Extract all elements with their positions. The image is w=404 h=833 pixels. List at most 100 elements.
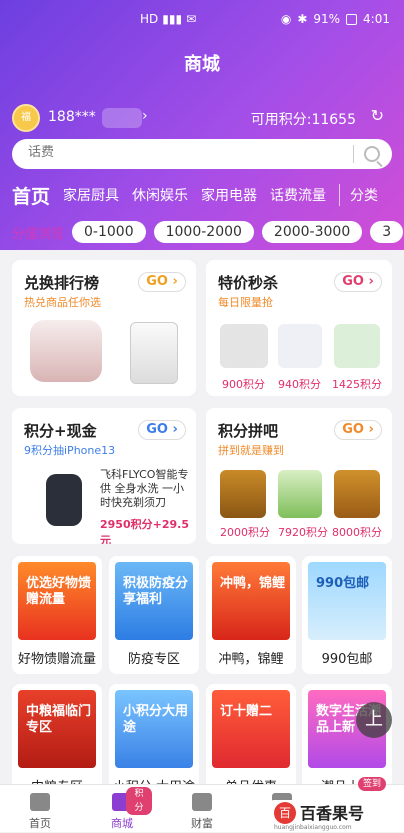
nav-home-label: 首页 (29, 817, 51, 830)
point-range-label: 分值浏览 (12, 226, 65, 242)
cash-price: 2950积分+29.5元 (100, 518, 189, 544)
search-icon[interactable] (364, 146, 380, 162)
group-price-1: 2000积分 (220, 526, 270, 539)
oil-image (220, 470, 266, 518)
point-range-filter: 分值浏览 0-1000 1000-2000 2000-3000 3 (0, 220, 404, 244)
tile-banner: 小积分大用途 (115, 690, 193, 768)
group-price-3: 8000积分 (332, 526, 382, 539)
tab-phone-data[interactable]: 话费流量 (270, 185, 326, 205)
tile-banner: 优选好物馈赠流量 (18, 562, 96, 640)
tile-koi[interactable]: 冲鸭，锦鲤 冲鸭，锦鲤 (206, 556, 296, 674)
tile-label: 冲鸭，锦鲤 (218, 652, 284, 667)
tile-gift-data[interactable]: 优选好物馈赠流量 好物馈赠流量 (12, 556, 102, 674)
product-image-1 (220, 324, 268, 368)
disinfectant-image (334, 470, 380, 518)
page-title: 商城 (184, 54, 220, 75)
rice-cooker-image (30, 320, 102, 382)
pill-range-2[interactable]: 2000-3000 (261, 221, 363, 243)
masked-number (102, 108, 142, 128)
flash-go-button[interactable]: GO › (334, 272, 382, 292)
status-right: ◉ ✱ 91% 4:01 (281, 12, 390, 26)
nav-mall-label: 商城 (111, 817, 133, 830)
home-icon (30, 793, 50, 811)
flash-title: 特价秒杀 (218, 274, 279, 292)
hd-icon: HD (140, 12, 159, 26)
ranking-subtitle: 热兑商品任你选 (24, 296, 101, 309)
refresh-icon[interactable]: ↻ (371, 106, 384, 125)
tile-label: 990包邮 (321, 652, 373, 667)
nav-wealth-label: 财富 (191, 817, 213, 830)
tile-banner: 中粮福临门专区 (18, 690, 96, 768)
status-bar: HD ▮▮▮ ✉ ◉ ✱ 91% 4:01 (0, 8, 404, 32)
nav-wealth[interactable]: 财富 (172, 785, 232, 833)
tile-990-free-shipping[interactable]: 990包邮 990包邮 (302, 556, 392, 674)
main-content: 兑换排行榜 热兑商品任你选 GO › 特价秒杀 每日限量抢 GO › 900积分… (0, 254, 404, 802)
tile-banner: 990包邮 (308, 562, 386, 640)
search-input[interactable] (28, 145, 348, 160)
flash-sale-card[interactable]: 特价秒杀 每日限量抢 GO › 900积分 940积分 1425积分 (206, 260, 392, 396)
group-buy-card[interactable]: 积分拼吧 拼到就是赚到 GO › 2000积分 7920积分 8000积分 (206, 408, 392, 544)
nav-home[interactable]: 首页 (10, 785, 70, 833)
back-to-top-button[interactable]: 上 (356, 702, 392, 738)
cash-go-button[interactable]: GO › (138, 420, 186, 440)
cash-title: 积分+现金 (24, 422, 97, 440)
battery-text: 91% (313, 12, 341, 26)
search-bar[interactable] (12, 139, 392, 169)
search-divider (353, 145, 354, 163)
watermark-title: 百香果号 (300, 804, 365, 823)
wallet-icon (192, 793, 212, 811)
category-tabs: 首页 家居厨具 休闲娱乐 家用电器 话费流量 分类 (12, 178, 404, 212)
cash-subtitle: 9积分抽iPhone13 (24, 444, 116, 457)
flash-price-1: 900积分 (222, 378, 265, 391)
ranking-title: 兑换排行榜 (24, 274, 100, 292)
points-badge: 积分 (126, 787, 152, 815)
watermark-url: huangjinbaixiangguo.com (274, 824, 352, 831)
tab-appliances[interactable]: 家用电器 (201, 185, 257, 205)
tile-epidemic[interactable]: 积极防疫分享福利 防疫专区 (109, 556, 199, 674)
tile-banner: 积极防疫分享福利 (115, 562, 193, 640)
pill-range-0[interactable]: 0-1000 (72, 221, 146, 243)
eye-icon: ◉ (280, 12, 292, 26)
group-subtitle: 拼到就是赚到 (218, 444, 284, 457)
ranking-card[interactable]: 兑换排行榜 热兑商品任你选 GO › (12, 260, 196, 396)
chevron-right-icon[interactable]: › (142, 108, 148, 124)
tab-separator (339, 184, 341, 206)
pill-range-3[interactable]: 3 (370, 221, 404, 243)
nav-mall[interactable]: 积分 商城 (92, 785, 152, 833)
flash-subtitle: 每日限量抢 (218, 296, 273, 309)
signal-icon: ▮▮▮ (162, 12, 183, 26)
tile-label: 防疫专区 (127, 652, 180, 667)
product-image-3 (334, 324, 380, 368)
coin-icon: 福 (12, 104, 40, 132)
shaver-image (46, 474, 82, 526)
tab-home-kitchen[interactable]: 家居厨具 (63, 185, 119, 205)
clock: 4:01 (363, 12, 390, 26)
kettle-image (130, 322, 178, 384)
sign-in-badge[interactable]: 签到 (358, 777, 387, 791)
group-title: 积分拼吧 (218, 422, 279, 440)
rice-image (278, 470, 322, 518)
points-cash-card[interactable]: 积分+现金 9积分抽iPhone13 GO › 飞科FLYCO智能专供 全身水洗… (12, 408, 196, 544)
battery-icon (346, 13, 358, 25)
pill-range-1[interactable]: 1000-2000 (153, 221, 254, 243)
flash-price-2: 940积分 (278, 378, 321, 391)
group-price-2: 7920积分 (278, 526, 328, 539)
user-row: 福 188*** › 可用积分:11655 ↻ (12, 104, 392, 132)
ranking-go-button[interactable]: GO › (138, 272, 186, 292)
tab-home[interactable]: 首页 (12, 182, 50, 209)
status-left-icons: HD ▮▮▮ ✉ (140, 12, 196, 26)
tile-label: 好物馈赠流量 (17, 652, 96, 667)
group-go-button[interactable]: GO › (334, 420, 382, 440)
user-name[interactable]: 188*** (48, 109, 96, 125)
watermark-logo: 百 (274, 802, 296, 824)
tile-banner: 订十赠二 (212, 690, 290, 768)
tab-all-categories[interactable]: 分类 (350, 185, 378, 205)
tab-leisure[interactable]: 休闲娱乐 (132, 185, 188, 205)
available-points: 可用积分:11655 (250, 112, 356, 128)
cash-description: 飞科FLYCO智能专供 全身水洗 一小时快充剃须刀 (100, 468, 189, 509)
bluetooth-icon: ✱ (297, 12, 308, 26)
product-image-2 (278, 324, 322, 368)
watermark: 百 百香果号 huangjinbaixiangguo.com (270, 800, 400, 831)
mail-icon: ✉ (186, 12, 197, 26)
flash-price-3: 1425积分 (332, 378, 382, 391)
